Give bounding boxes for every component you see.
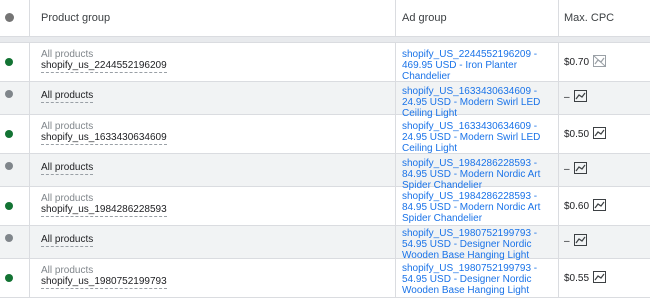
product-group-parent: All products: [41, 193, 94, 204]
column-divider: [395, 154, 396, 186]
max-cpc-cell: –: [564, 234, 587, 249]
product-group-parent: All products: [41, 265, 94, 276]
table-header: Product group Ad group Max. CPC: [0, 0, 650, 37]
max-cpc-header[interactable]: Max. CPC: [564, 0, 614, 36]
status-dot-icon: [5, 130, 13, 138]
product-group-cell: All products shopify_us_1633430634609: [41, 121, 167, 145]
product-group-header[interactable]: Product group: [41, 0, 110, 36]
column-divider: [395, 259, 396, 297]
max-cpc-cell: $0.50: [564, 127, 607, 142]
product-group-name[interactable]: shopify_us_1980752199793: [41, 276, 167, 289]
product-group-cell: All products shopify_us_2244552196209: [41, 49, 167, 73]
table-row[interactable]: All products shopify_US_1980752199793 - 5…: [0, 226, 650, 261]
trend-chart-icon[interactable]: [589, 199, 607, 214]
ad-group-link[interactable]: shopify_US_1633430634609 - 24.95 USD - M…: [402, 121, 558, 154]
product-group-parent: All products: [41, 121, 94, 132]
trend-chart-icon[interactable]: [570, 162, 587, 177]
column-divider: [29, 187, 30, 225]
status-dot-icon: [5, 58, 13, 66]
column-divider: [29, 82, 30, 114]
ad-group-link[interactable]: shopify_US_1984286228593 - 84.95 USD - M…: [402, 191, 558, 224]
status-header-icon[interactable]: [5, 13, 14, 22]
product-group-name[interactable]: shopify_us_2244552196209: [41, 60, 167, 73]
table-row[interactable]: All products shopify_us_1984286228593 shop…: [0, 187, 650, 226]
product-group-parent: All products: [41, 49, 94, 60]
status-dot-icon: [5, 234, 13, 242]
column-divider: [558, 226, 559, 258]
product-group-name[interactable]: All products: [41, 234, 94, 247]
table-row[interactable]: All products shopify_US_1633430634609 - 2…: [0, 82, 650, 119]
product-group-name[interactable]: All products: [41, 162, 94, 175]
ad-group-link[interactable]: shopify_US_1980752199793 - 54.95 USD - D…: [402, 228, 558, 261]
column-divider: [395, 0, 396, 36]
column-divider: [558, 0, 559, 36]
column-divider: [29, 0, 30, 36]
column-divider: [29, 43, 30, 81]
table-row[interactable]: All products shopify_us_2244552196209 shop…: [0, 43, 650, 82]
table-row[interactable]: All products shopify_US_1984286228593 - 8…: [0, 154, 650, 191]
column-divider: [395, 82, 396, 114]
column-divider: [558, 115, 559, 153]
status-dot-icon: [5, 90, 13, 98]
max-cpc-cell: –: [564, 90, 587, 105]
product-group-cell: All products shopify_us_1984286228593: [41, 193, 167, 217]
column-divider: [395, 43, 396, 81]
column-divider: [558, 43, 559, 81]
status-dot-icon: [5, 274, 13, 282]
column-divider: [558, 187, 559, 225]
product-groups-table: Product group Ad group Max. CPC All prod…: [0, 0, 650, 298]
product-group-name[interactable]: shopify_us_1633430634609: [41, 132, 167, 145]
max-cpc-cell: –: [564, 162, 587, 177]
product-group-cell: All products shopify_us_1980752199793: [41, 265, 167, 289]
product-group-name[interactable]: shopify_us_1984286228593: [41, 204, 167, 217]
trend-chart-disabled-icon[interactable]: [589, 55, 607, 70]
trend-chart-icon[interactable]: [570, 234, 587, 249]
table-row[interactable]: All products shopify_us_1633430634609 shop…: [0, 115, 650, 154]
column-divider: [29, 259, 30, 297]
column-divider: [558, 82, 559, 114]
max-cpc-cell: $0.60: [564, 199, 607, 214]
column-divider: [395, 115, 396, 153]
max-cpc-cell: $0.70: [564, 55, 607, 70]
trend-chart-icon[interactable]: [570, 90, 587, 105]
column-divider: [395, 226, 396, 258]
trend-chart-icon[interactable]: [589, 127, 607, 142]
max-cpc-value[interactable]: $0.60: [564, 201, 589, 212]
product-group-cell: All products: [41, 162, 94, 175]
ad-group-link[interactable]: shopify_US_2244552196209 - 469.95 USD - …: [402, 49, 558, 82]
column-divider: [558, 154, 559, 186]
status-dot-icon: [5, 162, 13, 170]
ad-group-link[interactable]: shopify_US_1980752199793 - 54.95 USD - D…: [402, 263, 558, 296]
product-group-cell: All products: [41, 234, 94, 247]
ad-group-header[interactable]: Ad group: [402, 0, 447, 36]
max-cpc-value[interactable]: $0.55: [564, 273, 589, 284]
max-cpc-cell: $0.55: [564, 271, 607, 286]
column-divider: [29, 154, 30, 186]
trend-chart-icon[interactable]: [589, 271, 607, 286]
table-body: All products shopify_us_2244552196209 shop…: [0, 43, 650, 298]
product-group-cell: All products: [41, 90, 94, 103]
max-cpc-value[interactable]: $0.70: [564, 57, 589, 68]
column-divider: [558, 259, 559, 297]
product-group-name[interactable]: All products: [41, 90, 94, 103]
max-cpc-value[interactable]: $0.50: [564, 129, 589, 140]
column-divider: [29, 226, 30, 258]
table-row[interactable]: All products shopify_us_1980752199793 shop…: [0, 259, 650, 298]
status-dot-icon: [5, 202, 13, 210]
column-divider: [395, 187, 396, 225]
column-divider: [29, 115, 30, 153]
